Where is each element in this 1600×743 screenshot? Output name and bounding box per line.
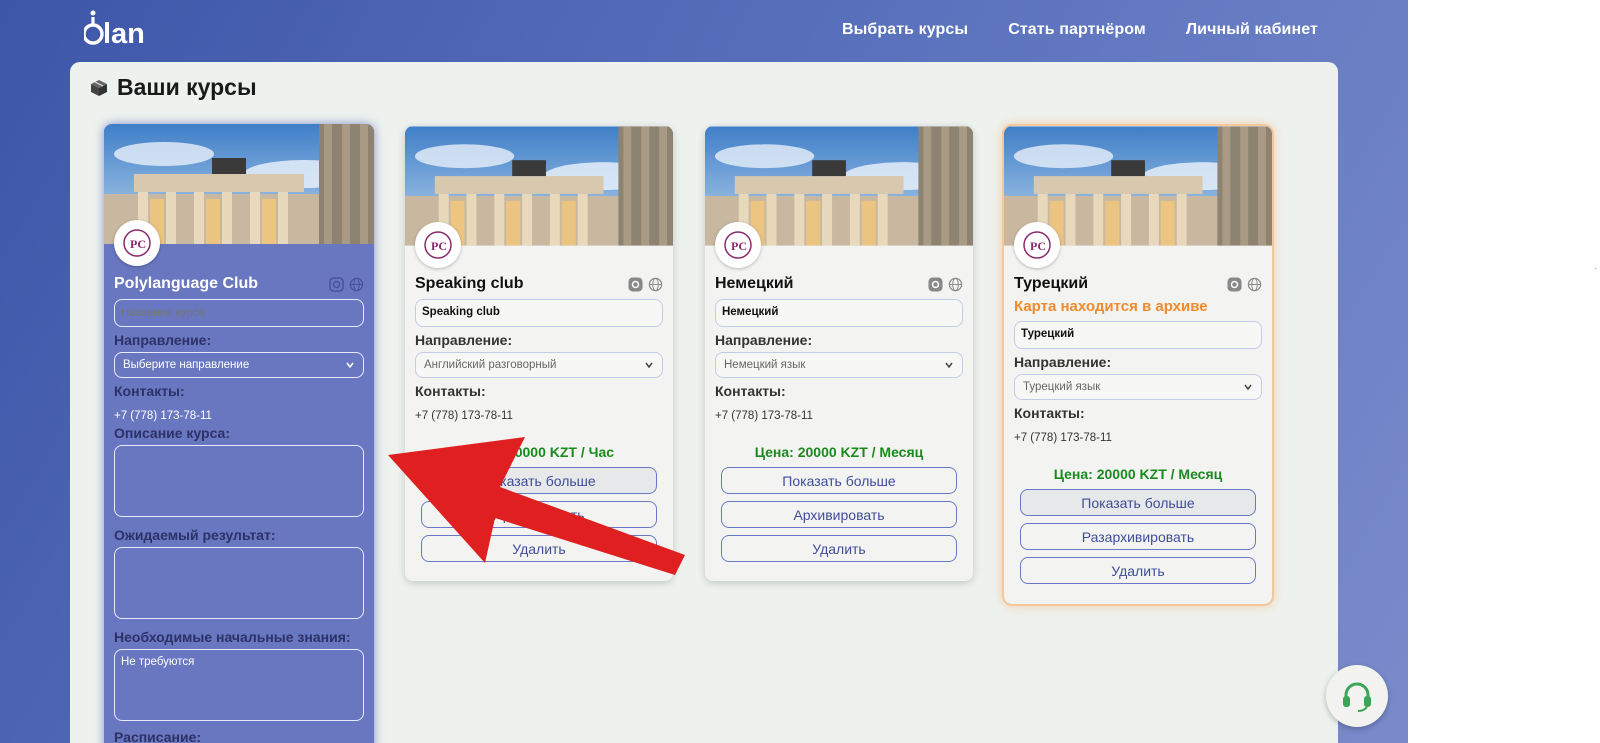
course-name: Speaking club (415, 275, 524, 292)
organization-logo: PC (715, 222, 761, 268)
svg-text:PC: PC (1030, 239, 1046, 253)
svg-text:PC: PC (130, 237, 146, 251)
show-more-button[interactable]: Показать больше (721, 467, 957, 494)
chevron-down-icon (645, 362, 653, 369)
page-title: Ваши курсы (90, 74, 257, 101)
prior-knowledge-label: Необходимые начальные знания: (114, 629, 351, 645)
course-name-input[interactable]: Турецкий (1014, 321, 1262, 349)
show-more-button[interactable]: Показать больше (421, 467, 657, 494)
organization-logo: PC (1014, 222, 1060, 268)
chevron-down-icon (1244, 384, 1252, 391)
contacts-label: Контакты: (415, 383, 486, 399)
direction-select[interactable]: Английский разговорный (415, 352, 663, 378)
svg-text:PC: PC (431, 239, 447, 253)
headset-icon (1343, 682, 1371, 712)
course-card-speaking-club: PC Speaking club Speaking club Направлен… (405, 126, 673, 581)
course-name: Немецкий (715, 275, 794, 292)
description-label: Описание курса: (114, 425, 230, 441)
direction-select[interactable]: Выберите направление (114, 352, 364, 378)
globe-icon[interactable] (1247, 277, 1262, 292)
direction-select[interactable]: Немецкий язык (715, 352, 963, 378)
course-name: Polylanguage Club (114, 275, 259, 292)
organization-logo: PC (415, 222, 461, 268)
delete-button[interactable]: Удалить (721, 535, 957, 562)
svg-text:PC: PC (731, 239, 747, 253)
course-name-input[interactable]: Немецкий (715, 299, 963, 327)
contact-phone: +7 (778) 173-78-11 (715, 410, 813, 422)
direction-select-value: Выберите направление (123, 359, 250, 371)
app-window: lan Выбрать курсы Стать партнёром Личный… (0, 0, 1408, 743)
archive-button[interactable]: Архивировать (721, 501, 957, 528)
course-card-turkish: PC Турецкий Карта находится в архиве Тур… (1004, 126, 1272, 604)
delete-button[interactable]: Удалить (1020, 557, 1256, 584)
expected-result-textarea[interactable] (114, 547, 364, 619)
support-chat-button[interactable] (1326, 665, 1388, 727)
instagram-icon[interactable] (1227, 276, 1242, 292)
description-textarea[interactable] (114, 445, 364, 517)
course-name-input[interactable] (114, 299, 364, 327)
nav-personal-account[interactable]: Личный кабинет (1186, 21, 1318, 39)
nav-choose-courses[interactable]: Выбрать курсы (842, 21, 968, 39)
archive-button[interactable]: Архивировать (421, 501, 657, 528)
contacts-label: Контакты: (114, 383, 185, 399)
contact-phone: +7 (778) 173-78-11 (114, 410, 212, 422)
prior-knowledge-textarea[interactable]: Не требуются (114, 649, 364, 721)
archived-notice: Карта находится в архиве (1014, 298, 1208, 315)
instagram-icon[interactable] (329, 276, 344, 292)
logo-icon: lan (84, 10, 145, 50)
page-title-text: Ваши курсы (117, 74, 257, 100)
contacts-label: Контакты: (715, 383, 786, 399)
course-card-new: PC Polylanguage Club Направление: Выбери… (104, 124, 374, 743)
course-name: Турецкий (1014, 275, 1089, 292)
unarchive-button[interactable]: Разархивировать (1020, 523, 1256, 550)
instagram-icon[interactable] (928, 276, 943, 292)
nav-become-partner[interactable]: Стать партнёром (1008, 21, 1146, 39)
contacts-label: Контакты: (1014, 405, 1085, 421)
olan-logo[interactable]: lan (84, 10, 158, 50)
globe-icon[interactable] (948, 277, 963, 292)
contact-phone: +7 (778) 173-78-11 (1014, 432, 1112, 444)
course-price: Цена: 20000 KZT / Час (463, 444, 615, 460)
instagram-icon[interactable] (628, 276, 643, 292)
contact-phone: +7 (778) 173-78-11 (415, 410, 513, 422)
direction-label: Направление: (415, 332, 513, 348)
organization-logo: PC (114, 220, 160, 266)
svg-text:lan: lan (103, 18, 145, 50)
course-price: Цена: 20000 KZT / Месяц (754, 444, 924, 460)
direction-label: Направление: (1014, 354, 1112, 370)
direction-select-value: Английский разговорный (424, 359, 557, 371)
show-more-button[interactable]: Показать больше (1020, 489, 1256, 516)
top-nav: Выбрать курсы Стать партнёром Личный каб… (842, 21, 1318, 39)
chevron-down-icon (346, 362, 354, 369)
course-price: Цена: 20000 KZT / Месяц (1053, 466, 1223, 482)
direction-select-value: Немецкий язык (724, 359, 806, 371)
direction-label: Направление: (114, 332, 212, 348)
package-icon (91, 79, 107, 96)
course-name-input[interactable]: Speaking club (415, 299, 663, 327)
direction-select[interactable]: Турецкий язык (1014, 374, 1262, 400)
globe-icon[interactable] (648, 277, 663, 292)
expected-result-label: Ожидаемый результат: (114, 527, 276, 543)
delete-button[interactable]: Удалить (421, 535, 657, 562)
globe-icon[interactable] (349, 277, 364, 292)
direction-label: Направление: (715, 332, 813, 348)
edge-mark: · (1594, 263, 1598, 274)
direction-select-value: Турецкий язык (1023, 381, 1101, 393)
schedule-label: Расписание: (114, 729, 202, 743)
chevron-down-icon (945, 362, 953, 369)
course-card-german: PC Немецкий Немецкий Направление: Немецк… (705, 126, 973, 581)
